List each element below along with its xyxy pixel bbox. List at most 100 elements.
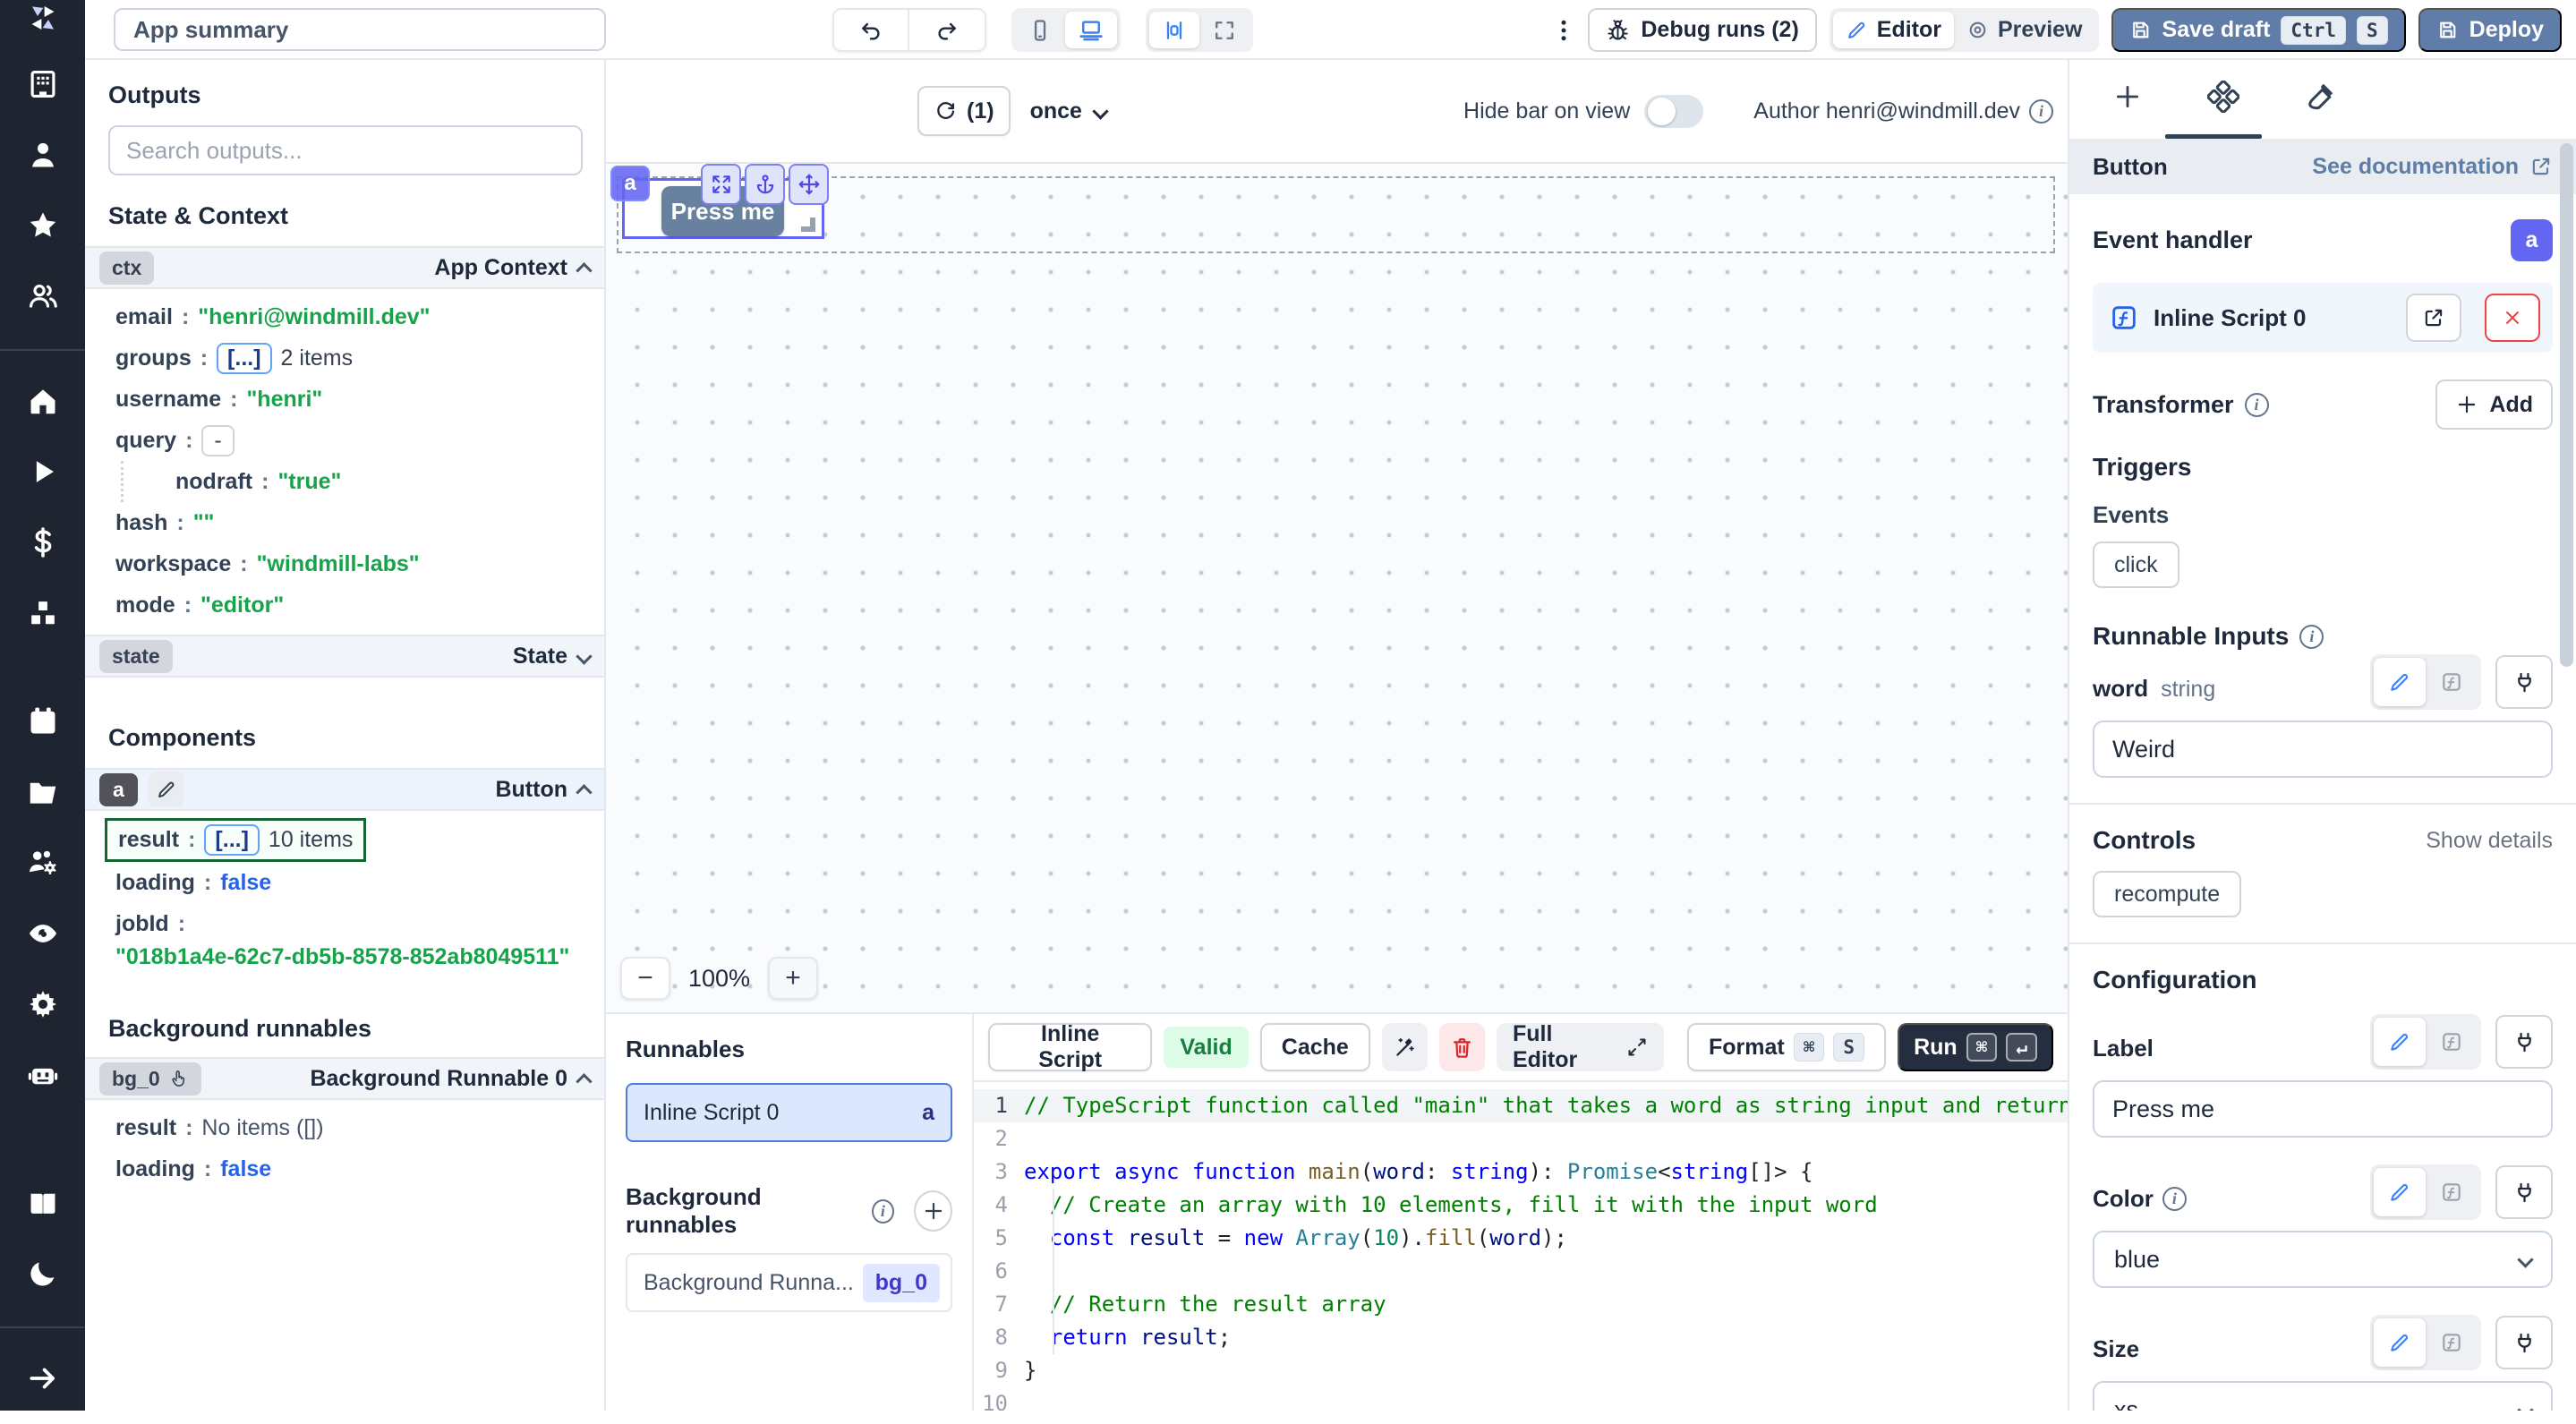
sidebar-item-home[interactable] bbox=[18, 376, 68, 426]
full-editor-button[interactable]: Full Editor bbox=[1497, 1023, 1664, 1071]
static-mode-button[interactable] bbox=[2374, 1018, 2426, 1066]
see-documentation-link[interactable]: See documentation bbox=[2312, 154, 2553, 180]
refresh-button[interactable]: (1) bbox=[917, 86, 1011, 136]
runnable-item-background-0[interactable]: Background Runna... bg_0 bbox=[626, 1253, 952, 1312]
output-row-ctx-workspace[interactable]: workspace:"windmill-labs" bbox=[85, 543, 604, 584]
output-row-ctx-email[interactable]: email:"henri@windmill.dev" bbox=[85, 296, 604, 337]
tab-preview[interactable]: Preview bbox=[1954, 12, 2095, 48]
output-row-bg-loading[interactable]: loading:false bbox=[85, 1148, 604, 1190]
word-input[interactable] bbox=[2093, 721, 2553, 778]
chevron-up-icon[interactable] bbox=[576, 262, 592, 278]
ctx-section-header[interactable]: ctx App Context bbox=[85, 246, 604, 289]
code-line-1[interactable]: 1// TypeScript function called "main" th… bbox=[974, 1089, 2068, 1122]
code-line-8[interactable]: 8 return result; bbox=[974, 1321, 2068, 1354]
chevron-up-icon[interactable] bbox=[576, 784, 592, 800]
sidebar-item-building[interactable] bbox=[18, 59, 68, 109]
output-row-ctx-nodraft[interactable]: nodraft:"true" bbox=[121, 461, 604, 502]
add-transformer-button[interactable]: Add bbox=[2435, 379, 2553, 430]
windmill-logo[interactable] bbox=[0, 0, 85, 36]
sidebar-item-user[interactable] bbox=[18, 130, 68, 180]
sidebar-item-folder[interactable] bbox=[18, 767, 68, 817]
code-line-3[interactable]: 3export async function main(word: string… bbox=[974, 1155, 2068, 1189]
canvas-grid[interactable]: a Press me − 100% + bbox=[606, 164, 2068, 1010]
expand-component-handle[interactable] bbox=[701, 164, 741, 205]
sidebar-item-cubes[interactable] bbox=[18, 588, 68, 638]
output-row-button-loading[interactable]: loading:false bbox=[85, 862, 604, 903]
expression-mode-button[interactable] bbox=[2426, 1168, 2478, 1216]
mobile-view-button[interactable] bbox=[1015, 12, 1065, 48]
chevron-up-icon[interactable] bbox=[576, 1073, 592, 1089]
save-draft-button[interactable]: Save draft Ctrl S bbox=[2111, 8, 2406, 52]
zoom-out-button[interactable]: − bbox=[620, 957, 670, 1000]
search-outputs-input[interactable] bbox=[108, 125, 583, 175]
output-row-bg-result[interactable]: result:No items ([]) bbox=[85, 1107, 604, 1148]
button-component-header[interactable]: a Button bbox=[85, 768, 604, 811]
full-width-layout-button[interactable] bbox=[1199, 12, 1250, 48]
cache-button[interactable]: Cache bbox=[1260, 1023, 1370, 1071]
tab-editor[interactable]: Editor bbox=[1833, 12, 1954, 48]
connect-input-button[interactable] bbox=[2495, 1165, 2553, 1219]
sidebar-item-calendar[interactable] bbox=[18, 696, 68, 746]
scrollbar-thumb[interactable] bbox=[2560, 143, 2573, 667]
tab-insert-component[interactable] bbox=[2112, 81, 2143, 118]
desktop-view-button[interactable] bbox=[1065, 12, 1117, 48]
chevron-down-icon[interactable] bbox=[576, 648, 592, 664]
expression-mode-button[interactable] bbox=[2426, 1018, 2478, 1066]
show-details-link[interactable]: Show details bbox=[2426, 828, 2553, 854]
static-mode-button[interactable] bbox=[2374, 658, 2426, 706]
remove-script-button[interactable] bbox=[2485, 294, 2540, 342]
runnable-item-inline-script-0[interactable]: Inline Script 0 a bbox=[626, 1083, 952, 1142]
bg-runnable-header[interactable]: bg_0 Background Runnable 0 bbox=[85, 1057, 604, 1100]
info-icon[interactable]: i bbox=[872, 1199, 894, 1224]
static-mode-button[interactable] bbox=[2374, 1318, 2426, 1367]
connect-input-button[interactable] bbox=[2495, 655, 2553, 709]
output-row-button-jobId[interactable]: jobId: bbox=[85, 903, 604, 944]
sidebar-item-users[interactable] bbox=[18, 271, 68, 321]
component-id-tag[interactable]: a bbox=[610, 166, 650, 201]
add-background-runnable-button[interactable] bbox=[914, 1190, 952, 1232]
sidebar-item-eye[interactable] bbox=[18, 908, 68, 959]
info-icon[interactable]: i bbox=[2299, 625, 2324, 649]
size-select[interactable]: xs bbox=[2093, 1381, 2553, 1411]
info-icon[interactable]: i bbox=[2162, 1187, 2187, 1211]
sidebar-item-arrow-right[interactable] bbox=[18, 1353, 68, 1403]
inline-script-tab[interactable]: Inline Script bbox=[988, 1023, 1152, 1071]
code-line-10[interactable]: 10 bbox=[974, 1387, 2068, 1411]
expand-array-chip[interactable]: [...] bbox=[217, 343, 272, 374]
format-button[interactable]: Format ⌘ S bbox=[1687, 1023, 1886, 1071]
expand-object-chip[interactable]: - bbox=[201, 425, 234, 456]
sidebar-item-star[interactable] bbox=[18, 200, 68, 251]
code-line-9[interactable]: 9} bbox=[974, 1354, 2068, 1387]
zoom-in-button[interactable]: + bbox=[768, 957, 818, 1000]
run-button[interactable]: Run ⌘ ↵ bbox=[1898, 1023, 2053, 1071]
event-chip-click[interactable]: click bbox=[2093, 541, 2179, 588]
code-line-6[interactable]: 6 bbox=[974, 1255, 2068, 1288]
code-line-7[interactable]: 7 // Return the result array bbox=[974, 1288, 2068, 1321]
sidebar-item-gear[interactable] bbox=[18, 979, 68, 1029]
sidebar-item-play[interactable] bbox=[18, 447, 68, 497]
deploy-button[interactable]: Deploy bbox=[2418, 8, 2562, 52]
color-select[interactable]: blue bbox=[2093, 1231, 2553, 1288]
event-script-row[interactable]: Inline Script 0 bbox=[2093, 283, 2553, 353]
hide-bar-toggle[interactable] bbox=[1644, 95, 1703, 128]
info-icon[interactable]: i bbox=[2245, 393, 2269, 417]
output-row-ctx-query[interactable]: query:- bbox=[85, 420, 604, 461]
tab-styling[interactable] bbox=[2304, 81, 2336, 119]
resize-handle[interactable] bbox=[801, 217, 815, 232]
open-script-button[interactable] bbox=[2406, 294, 2461, 342]
sidebar-item-user-gear[interactable] bbox=[18, 838, 68, 888]
output-row-ctx-username[interactable]: username:"henri" bbox=[85, 379, 604, 420]
control-chip-recompute[interactable]: recompute bbox=[2093, 871, 2241, 917]
more-options-button[interactable] bbox=[1544, 11, 1583, 50]
output-row-button-result[interactable]: result:[...]10 items bbox=[85, 818, 604, 862]
edit-id-button[interactable] bbox=[149, 772, 184, 807]
app-summary-input[interactable] bbox=[114, 8, 606, 51]
sidebar-item-dollar[interactable] bbox=[18, 517, 68, 567]
expression-mode-button[interactable] bbox=[2426, 1318, 2478, 1367]
label-input[interactable] bbox=[2093, 1080, 2553, 1138]
sidebar-item-book[interactable] bbox=[18, 1178, 68, 1228]
code-line-5[interactable]: 5 const result = new Array(10).fill(word… bbox=[974, 1222, 2068, 1255]
code-editor[interactable]: 1// TypeScript function called "main" th… bbox=[974, 1082, 2068, 1411]
undo-button[interactable] bbox=[834, 10, 909, 50]
move-component-handle[interactable] bbox=[789, 164, 829, 205]
